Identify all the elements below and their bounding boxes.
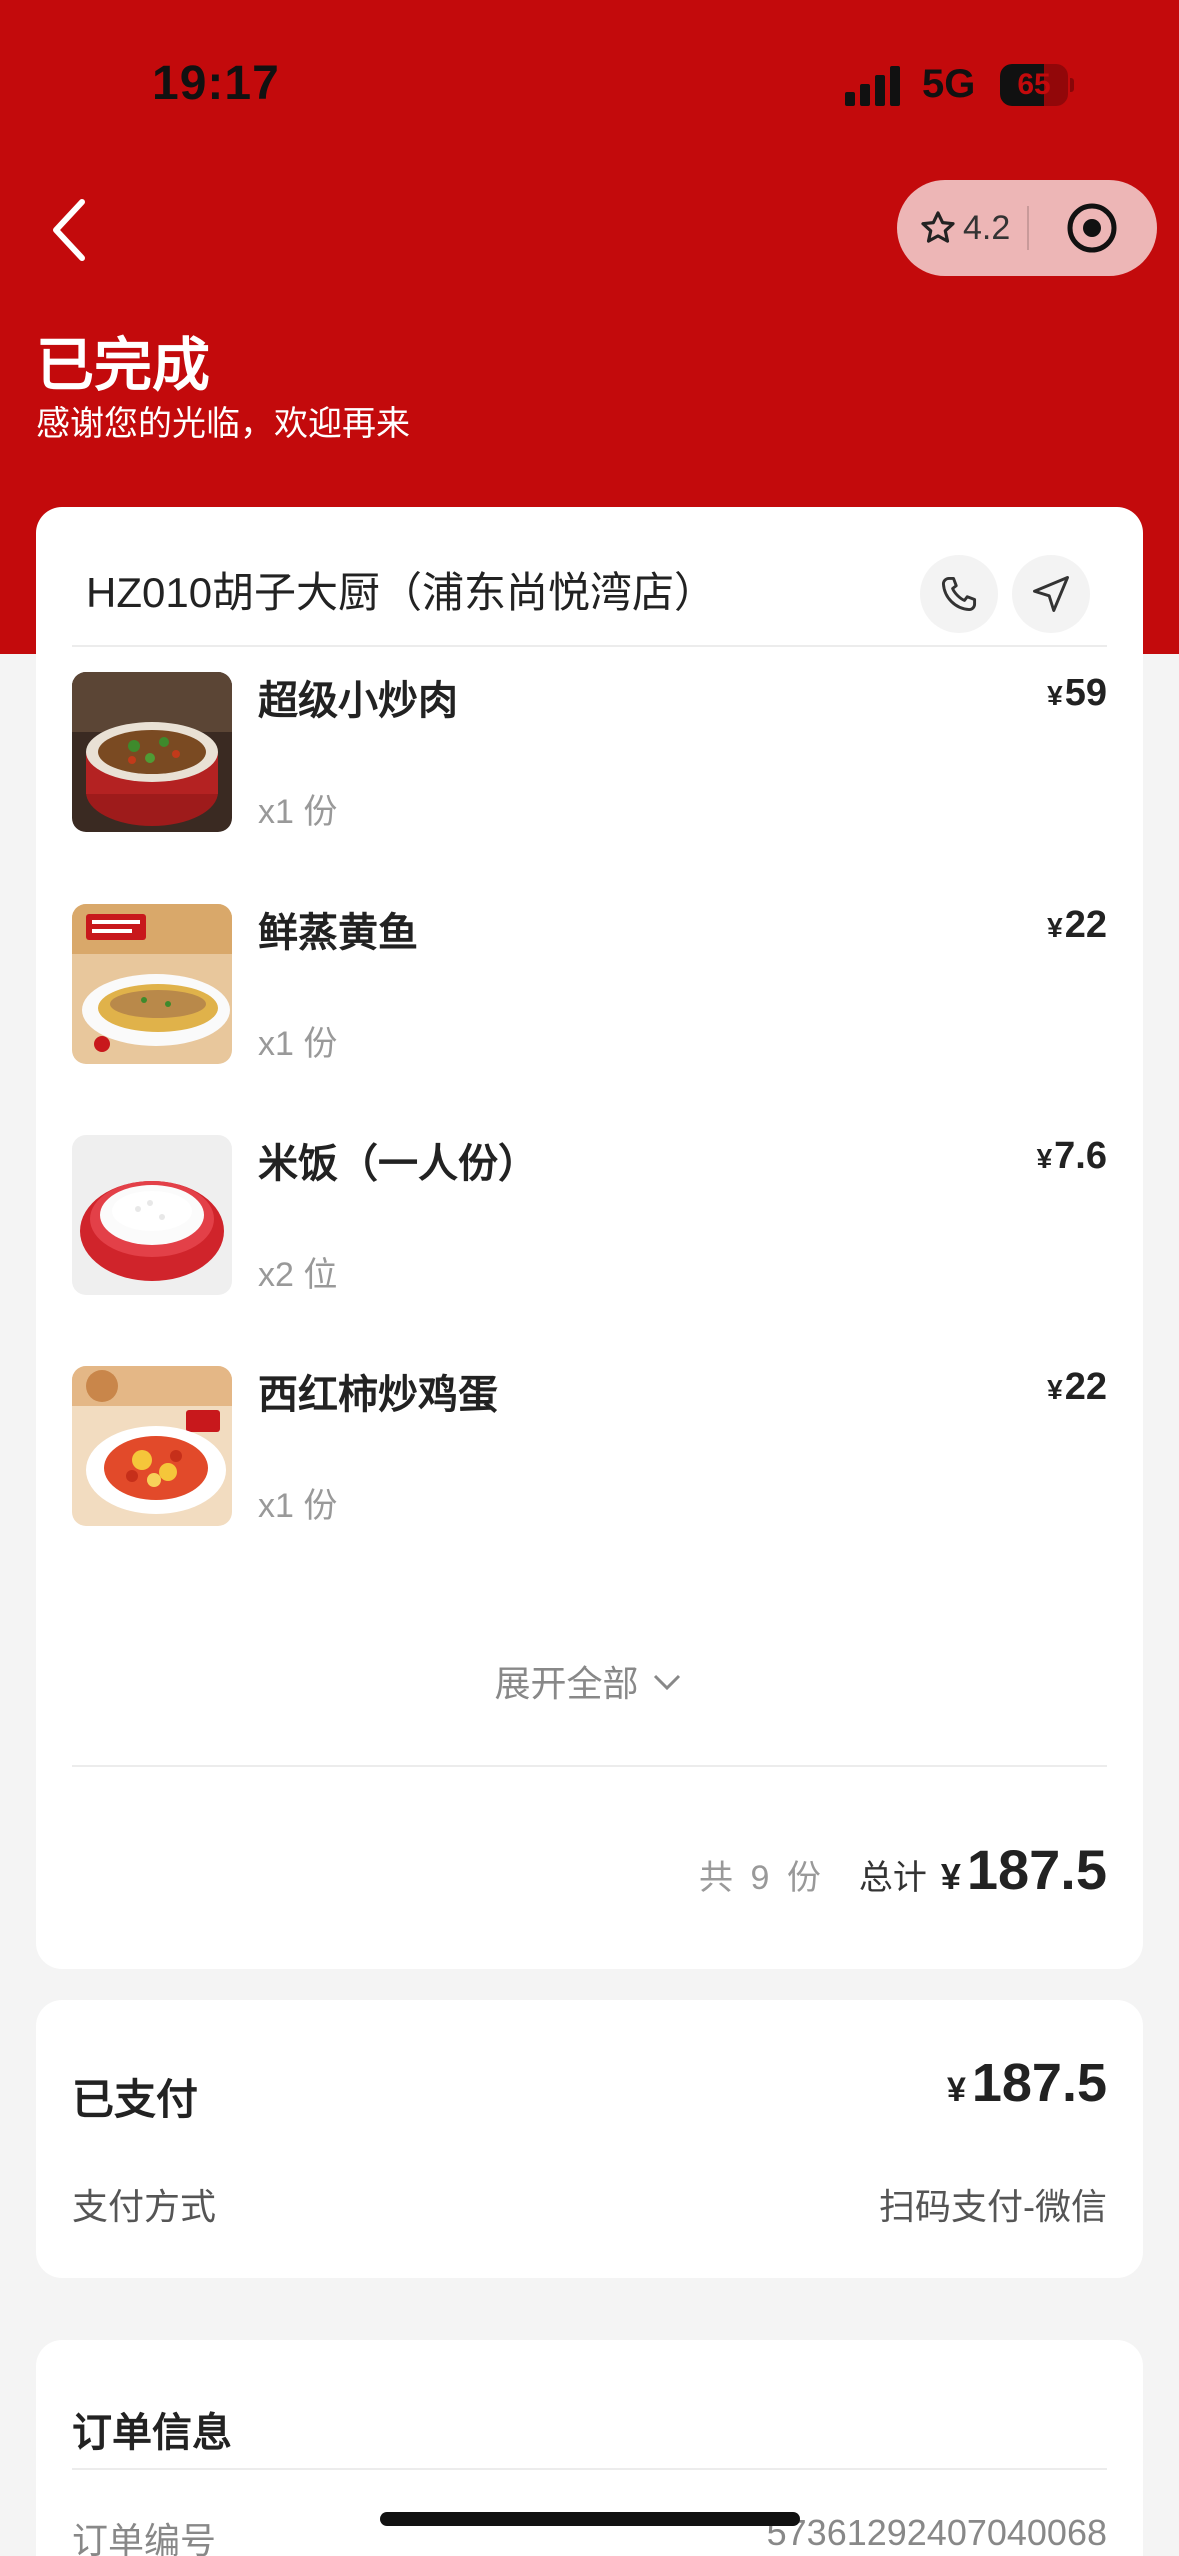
order-info-title: 订单信息 bbox=[72, 2411, 232, 2455]
page-title: 已完成 bbox=[36, 333, 211, 398]
item-count: 共 9 份 bbox=[699, 1859, 825, 1897]
order-number-value[interactable]: 5736129240704006​8 bbox=[767, 2512, 1107, 2554]
network-type: 5G bbox=[922, 62, 976, 106]
order-card: HZ010胡子大厨（浦东尚悦湾店） 超级小炒肉 x1 份 ¥59 鲜蒸黄鱼 x1… bbox=[36, 507, 1143, 1969]
shop-name[interactable]: HZ010胡子大厨（浦东尚悦湾店） bbox=[86, 559, 716, 620]
expand-all-label: 展开全部 bbox=[494, 1663, 639, 1704]
total-label: 总计 bbox=[858, 1859, 927, 1897]
chevron-down-icon bbox=[653, 1674, 680, 1691]
order-number-label: 订单编号 bbox=[72, 2520, 217, 2556]
status-bar: 19:17 5G 65 bbox=[0, 0, 1179, 150]
back-arrow-icon[interactable] bbox=[40, 190, 104, 270]
home-indicator[interactable] bbox=[380, 2512, 800, 2526]
item-quantity: x1 份 bbox=[258, 793, 338, 831]
paid-currency: ¥ bbox=[946, 2071, 966, 2109]
rating-button[interactable]: 4.2 bbox=[919, 180, 1010, 276]
list-item[interactable]: 米饭（一人份） x2 位 ¥7.6 bbox=[36, 1135, 1143, 1295]
call-button[interactable] bbox=[920, 555, 998, 633]
order-summary: 共 9 份 总计 ¥ 187.5 bbox=[699, 1837, 1107, 1902]
payment-card: 已支付 ¥ 187.5 支付方式 扫码支付-微信 bbox=[36, 2000, 1143, 2278]
navigation-icon bbox=[1033, 576, 1069, 612]
battery-icon: 65 bbox=[1000, 64, 1074, 106]
list-item[interactable]: 西红柿炒鸡蛋 x1 份 ¥22 bbox=[36, 1366, 1143, 1526]
item-price: ¥22 bbox=[1047, 1366, 1107, 1408]
total-amount: 187.5 bbox=[966, 1838, 1107, 1901]
item-price: ¥22 bbox=[1047, 904, 1107, 946]
dish-image-steamed-fish bbox=[72, 904, 232, 1064]
status-time: 19:17 bbox=[152, 57, 280, 110]
shop-divider bbox=[72, 645, 1107, 647]
phone-icon bbox=[941, 576, 977, 612]
item-name: 超级小炒肉 bbox=[258, 679, 458, 723]
item-price: ¥59 bbox=[1047, 672, 1107, 714]
item-price: ¥7.6 bbox=[1036, 1135, 1107, 1177]
star-icon bbox=[921, 211, 955, 243]
page-subtitle: 感谢您的光临，欢迎再来 bbox=[36, 405, 410, 443]
item-quantity: x1 份 bbox=[258, 1025, 338, 1063]
rating-value: 4.2 bbox=[963, 208, 1011, 247]
signal-icon bbox=[845, 66, 900, 106]
paid-amount: ¥ 187.5 bbox=[947, 2052, 1107, 2114]
item-quantity: x2 位 bbox=[258, 1256, 338, 1294]
navigate-button[interactable] bbox=[1012, 555, 1090, 633]
item-name: 米饭（一人份） bbox=[258, 1142, 538, 1186]
list-item[interactable]: 超级小炒肉 x1 份 ¥59 bbox=[36, 672, 1143, 832]
target-icon[interactable] bbox=[1065, 201, 1119, 255]
item-name: 西红柿炒鸡蛋 bbox=[258, 1373, 498, 1417]
paid-value: 187.5 bbox=[971, 2053, 1107, 2113]
payment-method-label: 支付方式 bbox=[72, 2186, 217, 2227]
capsule-divider bbox=[1027, 206, 1029, 250]
battery-level: 65 bbox=[1017, 68, 1051, 101]
order-divider bbox=[72, 1765, 1107, 1767]
list-item[interactable]: 鲜蒸黄鱼 x1 份 ¥22 bbox=[36, 904, 1143, 1064]
paid-label: 已支付 bbox=[72, 2076, 199, 2123]
payment-method-value: 扫码支付-微信 bbox=[879, 2186, 1107, 2227]
order-info-divider bbox=[72, 2468, 1107, 2470]
dish-image-tomato-egg bbox=[72, 1366, 232, 1526]
capsule-menu: 4.2 bbox=[897, 180, 1157, 276]
dish-image-stir-fry-pork bbox=[72, 672, 232, 832]
total-currency: ¥ bbox=[940, 1856, 961, 1897]
item-quantity: x1 份 bbox=[258, 1487, 338, 1525]
item-name: 鲜蒸黄鱼 bbox=[258, 911, 418, 955]
dish-image-rice bbox=[72, 1135, 232, 1295]
expand-all-button[interactable]: 展开全部 bbox=[36, 1655, 1143, 1707]
